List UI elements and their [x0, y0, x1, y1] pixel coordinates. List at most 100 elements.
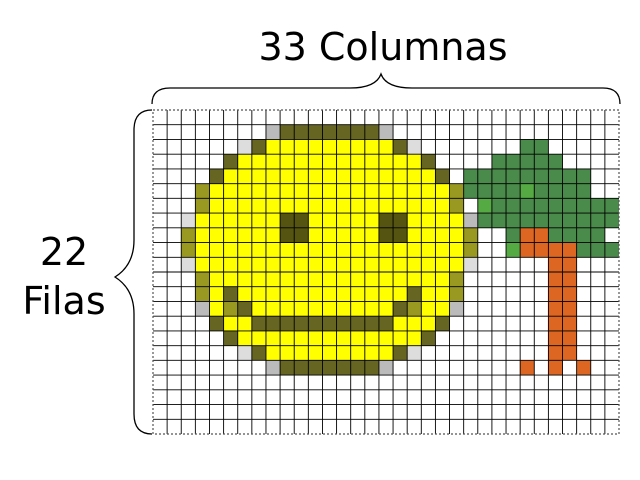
pixel-cell — [265, 345, 281, 361]
pixel-cell — [209, 316, 224, 331]
pixel-cell — [364, 360, 379, 376]
pixel-cell — [251, 168, 266, 184]
pixel-cell — [435, 316, 450, 331]
pixel-cell — [576, 360, 591, 376]
pixel-cell — [548, 183, 563, 199]
pixel-cell — [421, 316, 436, 331]
pixel-cell — [251, 198, 266, 214]
pixel-cell — [477, 183, 492, 199]
pixel-cell — [548, 227, 563, 243]
pixel-cell — [280, 154, 295, 169]
pixel-cell — [195, 257, 210, 272]
pixel-cell — [251, 213, 266, 228]
pixel-cell — [378, 242, 394, 258]
pixel-cell — [209, 257, 224, 272]
pixel-cell — [378, 286, 394, 302]
pixel-cell — [393, 330, 408, 346]
pixel-cell — [520, 183, 535, 199]
pixel-cell — [393, 198, 408, 214]
pixel-cell — [251, 242, 266, 258]
pixel-cell — [364, 330, 379, 346]
pixel-cell — [350, 139, 365, 155]
pixel-cell — [308, 154, 323, 169]
pixel-cell — [350, 316, 365, 331]
pixel-cell — [449, 301, 464, 317]
pixel-cell — [435, 168, 450, 184]
pixel-cell — [520, 242, 535, 258]
pixel-cell — [280, 139, 295, 155]
pixel-cell — [407, 272, 422, 287]
pixel-cell — [520, 227, 535, 243]
pixel-cell — [393, 139, 408, 155]
pixel-cell — [364, 345, 379, 361]
pixel-cell — [195, 301, 210, 317]
pixel-cell — [294, 316, 309, 331]
pixel-cell — [294, 360, 309, 376]
pixel-cell — [322, 330, 337, 346]
pixel-cell — [449, 272, 464, 287]
pixel-cell — [308, 345, 323, 361]
pixel-cell — [506, 213, 521, 228]
pixel-cell — [534, 242, 549, 258]
pixel-cell — [265, 213, 281, 228]
pixel-cell — [534, 227, 549, 243]
pixel-cell — [251, 154, 266, 169]
pixel-cell — [209, 227, 224, 243]
pixel-cell — [435, 227, 450, 243]
columns-brace — [151, 72, 621, 105]
pixel-cell — [265, 154, 281, 169]
pixel-cell — [463, 242, 478, 258]
pixel-cell — [548, 360, 563, 376]
pixel-cell — [294, 227, 309, 243]
pixel-cell — [265, 286, 281, 302]
pixel-cell — [421, 227, 436, 243]
pixel-cell — [491, 213, 507, 228]
pixel-cell — [195, 242, 210, 258]
pixel-cell — [463, 183, 478, 199]
pixel-cell — [520, 168, 535, 184]
pixel-cell — [506, 183, 521, 199]
pixel-cell — [251, 272, 266, 287]
pixel-cell — [223, 198, 238, 214]
pixel-cell — [393, 345, 408, 361]
pixel-cell — [576, 242, 591, 258]
pixel-cell — [308, 198, 323, 214]
pixel-cell — [562, 213, 577, 228]
pixel-cell — [477, 168, 492, 184]
pixel-cell — [265, 330, 281, 346]
pixel-cell — [336, 316, 351, 331]
pixel-cell — [265, 242, 281, 258]
pixel-cell — [280, 124, 295, 140]
pixel-cell — [181, 257, 196, 272]
pixel-cell — [435, 198, 450, 214]
pixel-cell — [590, 213, 605, 228]
pixel-cell — [265, 316, 281, 331]
pixel-cell — [562, 330, 577, 346]
pixel-cell — [590, 198, 605, 214]
pixel-cell — [378, 330, 394, 346]
pixel-cell — [534, 139, 549, 155]
pixel-cell — [562, 301, 577, 317]
pixel-cell — [364, 198, 379, 214]
pixel-cell — [421, 154, 436, 169]
pixel-cell — [322, 242, 337, 258]
pixel-cell — [562, 272, 577, 287]
pixel-cell — [590, 242, 605, 258]
pixel-cell — [393, 213, 408, 228]
pixel-cell — [407, 168, 422, 184]
pixel-cell — [378, 139, 394, 155]
pixel-cell — [534, 154, 549, 169]
pixel-cell — [209, 183, 224, 199]
pixel-cell — [195, 198, 210, 214]
pixel-cell — [393, 168, 408, 184]
pixel-cell — [237, 198, 252, 214]
pixel-cell — [407, 183, 422, 199]
pixel-cell — [520, 154, 535, 169]
pixel-cell — [562, 168, 577, 184]
pixel-cell — [336, 242, 351, 258]
pixel-cell — [393, 272, 408, 287]
pixel-cell — [308, 139, 323, 155]
pixel-cell — [449, 242, 464, 258]
pixel-cell — [407, 330, 422, 346]
pixel-cell — [237, 139, 252, 155]
